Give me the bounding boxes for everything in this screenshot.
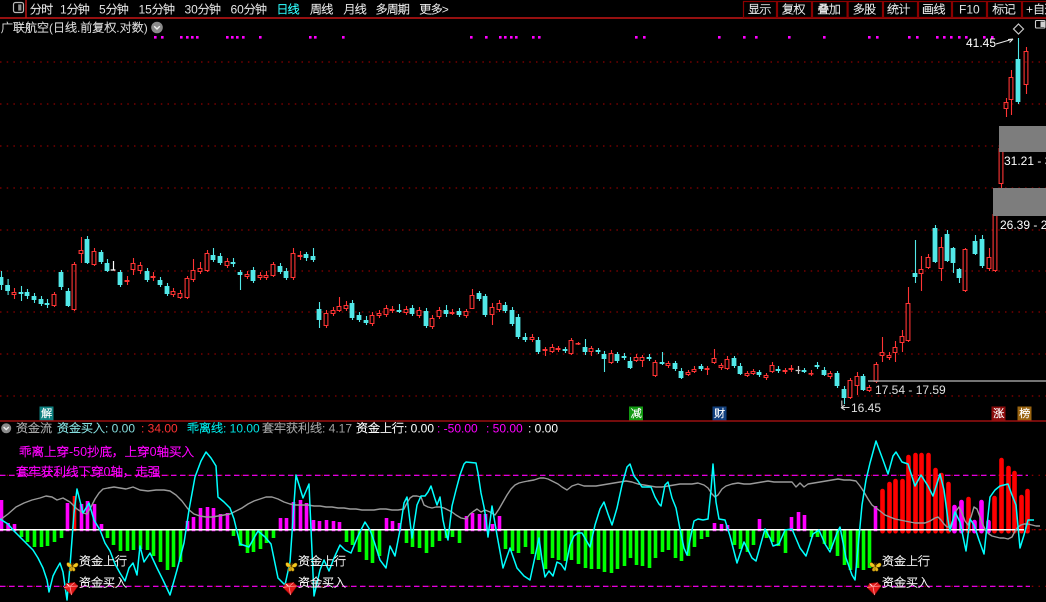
svg-text:(: ( [49,21,53,35]
svg-text:): ) [144,21,148,35]
svg-text:26.39 - 28.3: 26.39 - 28.3 [1000,218,1046,232]
svg-text:: 50.00: : 50.00 [486,421,523,435]
svg-text:0: 0 [150,445,157,459]
svg-text:41.45: 41.45 [966,36,996,50]
svg-text:: -50.00: : -50.00 [437,421,478,435]
svg-text:1: 1 [60,3,67,17]
svg-text:: 0.00: : 0.00 [404,421,434,435]
svg-text:+: + [1026,3,1033,17]
svg-text:17.54 - 17.59: 17.54 - 17.59 [875,383,946,397]
svg-text:16.45: 16.45 [851,401,881,415]
svg-text:: 34.00: : 34.00 [141,421,178,435]
svg-text:F10: F10 [959,3,980,17]
svg-text:: 10.00: : 10.00 [223,421,260,435]
svg-text:: 4.17: : 4.17 [322,421,352,435]
svg-text:30: 30 [185,3,199,17]
svg-text:-50: -50 [69,445,87,459]
svg-text:0: 0 [104,465,111,479]
svg-text:5: 5 [99,3,106,17]
svg-text:15: 15 [139,3,153,17]
svg-text:.: . [116,21,119,35]
svg-text:>: > [442,3,449,17]
svg-text:60: 60 [231,3,245,17]
svg-text:.: . [77,21,80,35]
svg-text:: 0.00: : 0.00 [528,421,558,435]
svg-text:31.21 - 33: 31.21 - 33 [1004,154,1046,168]
svg-text:: 0.00: : 0.00 [105,421,135,435]
